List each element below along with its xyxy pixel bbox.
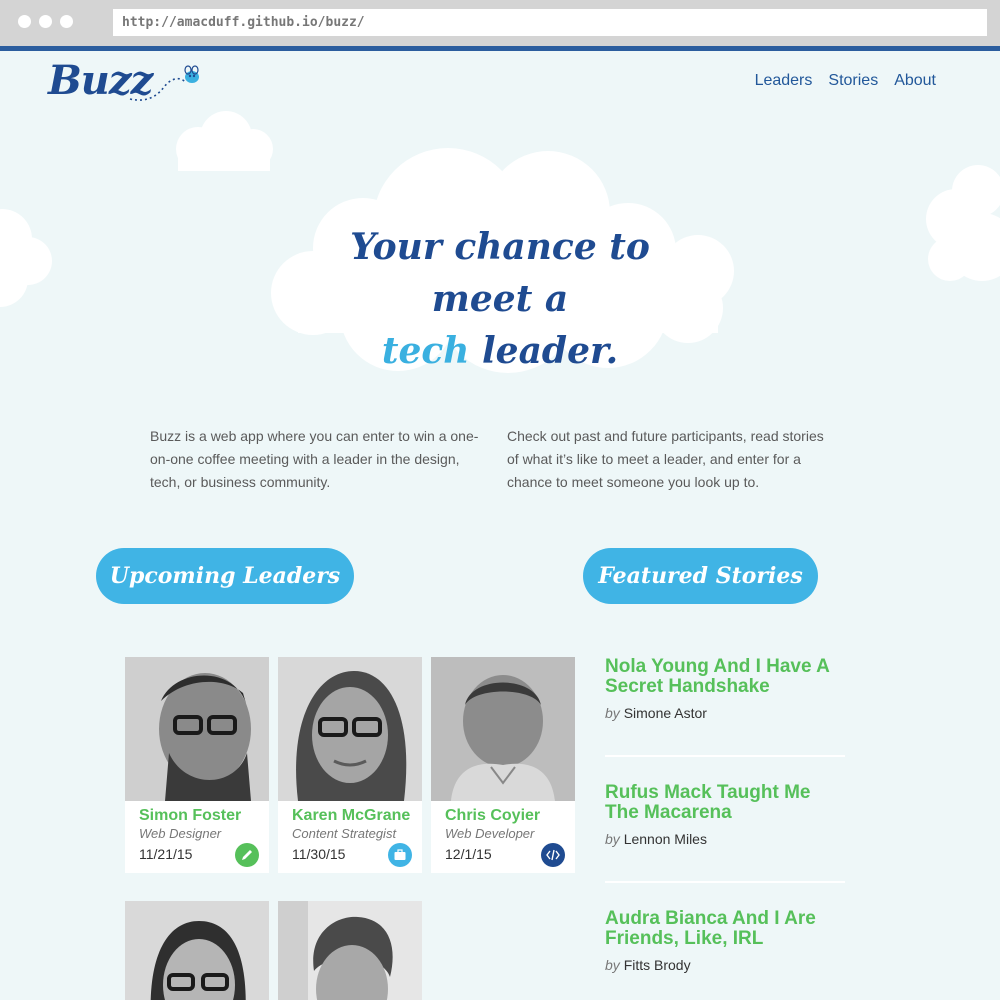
story-item: Nola Young And I Have A Secret Handshake… [605,657,845,722]
window-dot-maximize[interactable] [60,15,73,28]
leader-photo [278,657,422,801]
leader-role: Web Designer [139,826,222,841]
leader-card-body: Chris Coyier Web Developer 12/1/15 [431,801,575,873]
hero-headline: Your chance to meet a tech leader. [300,221,700,377]
intro-paragraph-right: Check out past and future participants, … [507,428,824,490]
leader-card[interactable] [278,901,422,1000]
leader-card[interactable]: Karen McGrane Content Strategist 11/30/1… [278,657,422,873]
main-nav: Leaders Stories About [755,72,936,90]
briefcase-icon [388,843,412,867]
hero-line-2: leader. [482,330,619,372]
buzz-logo[interactable]: Buzz [48,57,208,111]
window-dot-minimize[interactable] [39,15,52,28]
story-title-link[interactable]: Nola Young And I Have A Secret Handshake [605,657,845,697]
leader-photo [125,901,269,1000]
browser-chrome: http://amacduff.github.io/buzz/ [0,0,1000,51]
leader-role: Web Developer [445,826,535,841]
address-bar[interactable]: http://amacduff.github.io/buzz/ [113,9,987,36]
story-author: Lennon Miles [623,831,707,847]
byline-prefix: by [605,705,620,721]
leader-card[interactable] [125,901,269,1000]
leader-name: Simon Foster [139,807,242,824]
nav-leaders-link[interactable]: Leaders [755,72,813,90]
story-item: Audra Bianca And I Are Friends, Like, IR… [605,909,845,974]
leader-photo [125,657,269,801]
leader-card-body: Karen McGrane Content Strategist 11/30/1… [278,801,422,873]
leader-photo [431,657,575,801]
byline-prefix: by [605,831,620,847]
byline-prefix: by [605,957,620,973]
pencil-icon [235,843,259,867]
cloud-decoration [926,165,1000,281]
story-author: Fitts Brody [623,957,691,973]
page: Buzz Leaders Stories About Your chance t… [0,51,1000,1000]
story-item: Rufus Mack Taught Me The Macarena by Len… [605,783,845,848]
leader-card-body: Simon Foster Web Designer 11/21/15 [125,801,269,873]
story-title-link[interactable]: Audra Bianca And I Are Friends, Like, IR… [605,909,845,949]
leader-card[interactable]: Simon Foster Web Designer 11/21/15 [125,657,269,873]
leader-photo [278,901,422,1000]
leader-card[interactable]: Chris Coyier Web Developer 12/1/15 [431,657,575,873]
story-divider [605,881,845,883]
story-byline: by Fitts Brody [605,957,845,973]
window-dot-close[interactable] [18,15,31,28]
story-byline: by Simone Astor [605,705,845,721]
window-controls [18,15,73,28]
featured-stories-button[interactable]: Featured Stories [583,548,818,604]
cloud-decoration [0,209,52,307]
intro-paragraph-left: Buzz is a web app where you can enter to… [150,428,479,490]
story-title-link[interactable]: Rufus Mack Taught Me The Macarena [605,783,845,823]
hero-line-1: Your chance to meet a [350,226,650,320]
story-divider [605,755,845,757]
bee-icon [129,65,199,101]
leader-name: Karen McGrane [292,807,411,824]
story-author: Simone Astor [623,705,707,721]
upcoming-leaders-button[interactable]: Upcoming Leaders [96,548,354,604]
leader-name: Chris Coyier [445,807,541,824]
code-icon [541,843,565,867]
nav-about-link[interactable]: About [894,72,936,90]
leader-role: Content Strategist [292,826,397,841]
hero-accent-word: tech [381,330,470,372]
nav-stories-link[interactable]: Stories [828,72,878,90]
story-byline: by Lennon Miles [605,831,845,847]
